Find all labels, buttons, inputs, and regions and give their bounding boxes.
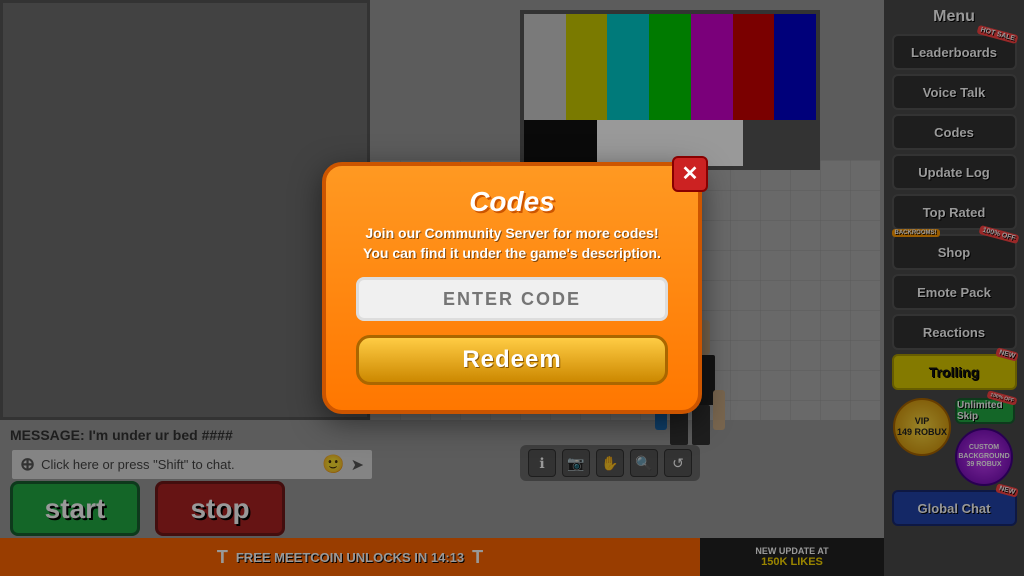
code-input[interactable] (356, 277, 668, 321)
modal-title: Codes (356, 186, 668, 218)
codes-modal: ✕ Codes Join our Community Server for mo… (322, 162, 702, 414)
modal-close-button[interactable]: ✕ (672, 156, 708, 192)
redeem-button[interactable]: Redeem (356, 335, 668, 385)
modal-subtitle: Join our Community Server for more codes… (356, 224, 668, 263)
modal-overlay: ✕ Codes Join our Community Server for mo… (0, 0, 1024, 576)
